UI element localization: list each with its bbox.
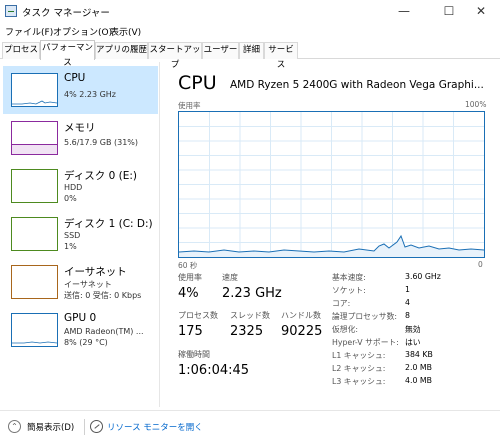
window-title: タスク マネージャー — [22, 8, 110, 19]
cpu-thumbnail-line — [12, 100, 58, 105]
fewer-details-button[interactable]: 簡易表示(D) — [27, 421, 74, 433]
sidebar-item-detail: 送信: 0 受信: 0 Kbps — [64, 291, 142, 300]
tab-processes[interactable]: プロセス — [2, 42, 40, 59]
tab-services[interactable]: サービス — [264, 42, 298, 70]
spec-value: 無効 — [405, 325, 421, 334]
tab-bar: プロセス パフォーマンス アプリの履歴 スタートアップ ユーザー 詳細 サービス — [0, 40, 500, 70]
threads-label: スレッド数 — [230, 311, 270, 320]
sidebar-item-detail: AMD Radeon(TM) ... — [64, 327, 144, 336]
sidebar-item-name: CPU — [64, 72, 86, 84]
sidebar-item-gpu-0[interactable]: GPU 0 AMD Radeon(TM) ... 8% (29 °C) — [3, 306, 158, 354]
sidebar-item-name: GPU 0 — [64, 312, 97, 324]
task-manager-icon — [5, 5, 17, 17]
sidebar-item-detail: SSD — [64, 231, 81, 240]
chevron-up-icon[interactable]: ⌃ — [8, 420, 21, 433]
tab-app-history[interactable]: アプリの履歴 — [95, 42, 148, 59]
resource-monitor-icon[interactable] — [90, 420, 103, 433]
spec-label: コア: — [332, 299, 351, 308]
sidebar-item-memory[interactable]: メモリ 5.6/17.9 GB (31%) — [3, 114, 158, 162]
graph-label-time: 60 秒 — [178, 261, 198, 270]
disk-1-thumbnail-graph — [11, 217, 58, 251]
close-button[interactable]: ✕ — [462, 0, 500, 22]
sidebar-item-name: ディスク 0 (E:) — [64, 170, 137, 182]
sidebar-item-cpu[interactable]: CPU 4% 2.23 GHz — [3, 66, 158, 114]
graph-label-usage: 使用率 — [178, 101, 201, 110]
cpu-detail-panel: CPU AMD Ryzen 5 2400G with Radeon Vega G… — [165, 62, 500, 407]
uptime-value: 1:06:04:45 — [178, 363, 250, 378]
menu-options[interactable]: オプション(O) — [53, 25, 112, 38]
spec-label: Hyper-V サポート: — [332, 338, 399, 347]
sidebar-item-disk-1[interactable]: ディスク 1 (C: D:) SSD 1% — [3, 210, 158, 258]
sidebar-item-detail: 4% 2.23 GHz — [64, 90, 117, 99]
speed-label: 速度 — [222, 273, 238, 282]
tab-details[interactable]: 詳細 — [239, 42, 264, 59]
sidebar-item-detail: 1% — [64, 242, 77, 251]
menu-view[interactable]: 表示(V) — [110, 25, 141, 38]
sidebar-item-detail: 0% — [64, 194, 77, 203]
handles-label: ハンドル数 — [281, 311, 321, 320]
cpu-model-name: AMD Ryzen 5 2400G with Radeon Vega Graph… — [230, 79, 484, 91]
spec-label: 基本速度: — [332, 273, 366, 282]
spec-value: 8 — [405, 311, 410, 320]
resource-sidebar: CPU 4% 2.23 GHz メモリ 5.6/17.9 GB (31%) ディ… — [0, 62, 160, 407]
usage-label: 使用率 — [178, 273, 202, 282]
footer-divider — [84, 419, 85, 435]
spec-label: L2 キャッシュ: — [332, 364, 386, 373]
spec-value: 1 — [405, 285, 410, 294]
spec-value: はい — [405, 338, 421, 347]
tab-users[interactable]: ユーザー — [202, 42, 239, 59]
sidebar-item-detail: 8% (29 °C) — [64, 338, 108, 347]
sidebar-item-ethernet[interactable]: イーサネット イーサネット 送信: 0 受信: 0 Kbps — [3, 258, 158, 306]
sidebar-item-name: イーサネット — [64, 266, 127, 278]
speed-value: 2.23 GHz — [222, 286, 282, 301]
threads-value: 2325 — [230, 324, 264, 339]
spec-value: 2.0 MB — [405, 363, 432, 372]
graph-label-max: 100% — [465, 100, 487, 109]
spec-label: 仮想化: — [332, 325, 359, 334]
gpu-thumbnail-line — [12, 341, 58, 344]
memory-usage-fill — [12, 144, 57, 154]
open-resource-monitor-link[interactable]: リソース モニターを開く — [107, 421, 203, 433]
spec-label: L1 キャッシュ: — [332, 351, 386, 360]
gpu-thumbnail-graph — [11, 313, 58, 347]
spec-value: 4.0 MB — [405, 376, 432, 385]
graph-label-min: 0 — [478, 260, 483, 269]
sidebar-item-name: メモリ — [64, 122, 96, 134]
handles-value: 90225 — [281, 324, 323, 339]
spec-value: 4 — [405, 298, 410, 307]
processes-value: 175 — [178, 324, 203, 339]
disk-0-thumbnail-graph — [11, 169, 58, 203]
memory-thumbnail-graph — [11, 121, 58, 155]
menu-bar: ファイル(F) オプション(O) 表示(V) — [0, 22, 500, 39]
sidebar-item-name: ディスク 1 (C: D:) — [64, 218, 153, 230]
spec-label: L3 キャッシュ: — [332, 377, 386, 386]
processes-label: プロセス数 — [178, 311, 218, 320]
spec-label: 論理プロセッサ数: — [332, 312, 398, 321]
tab-startup[interactable]: スタートアップ — [148, 42, 202, 70]
sidebar-item-detail: イーサネット — [64, 280, 112, 289]
cpu-usage-chart — [179, 112, 484, 257]
cpu-thumbnail-graph — [11, 73, 58, 107]
cpu-usage-graph — [178, 111, 485, 258]
usage-value: 4% — [178, 286, 199, 301]
page-title: CPU — [178, 72, 217, 94]
ethernet-thumbnail-graph — [11, 265, 58, 299]
tab-performance[interactable]: パフォーマンス — [40, 40, 95, 68]
minimize-button[interactable]: — — [385, 0, 423, 22]
spec-value: 384 KB — [405, 350, 433, 359]
footer-bar: ⌃ 簡易表示(D) リソース モニターを開く — [0, 410, 500, 445]
sidebar-item-detail: 5.6/17.9 GB (31%) — [64, 138, 139, 147]
menu-file[interactable]: ファイル(F) — [5, 25, 53, 38]
spec-value: 3.60 GHz — [405, 272, 441, 281]
sidebar-item-detail: HDD — [64, 183, 83, 192]
spec-label: ソケット: — [332, 286, 366, 295]
uptime-label: 稼働時間 — [178, 350, 210, 359]
sidebar-item-disk-0[interactable]: ディスク 0 (E:) HDD 0% — [3, 162, 158, 210]
title-bar: タスク マネージャー — ☐ ✕ — [0, 0, 500, 22]
